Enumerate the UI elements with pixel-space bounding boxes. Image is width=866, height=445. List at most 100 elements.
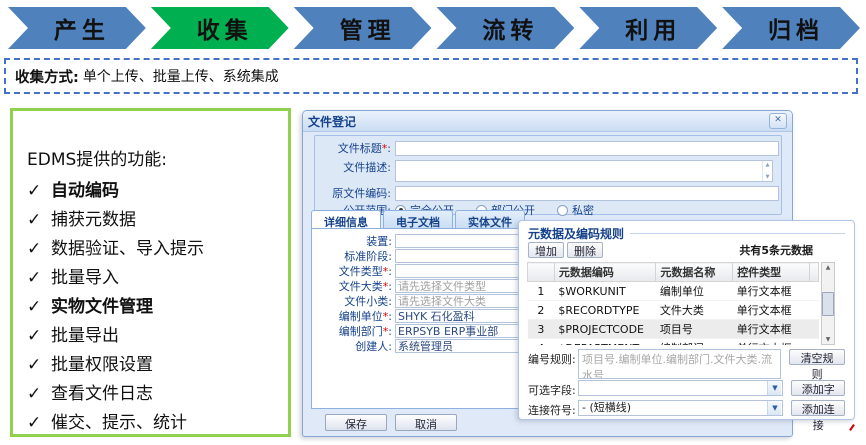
header-empty — [810, 263, 819, 282]
flow-step-archive: 归档 — [722, 7, 860, 49]
collection-method-text: 单个上传、批量上传、系统集成 — [83, 66, 279, 86]
cell-code: $PROJECTCODE — [554, 320, 656, 339]
radio-icon[interactable] — [557, 205, 568, 216]
features-box: EDMS提供的功能: ✓自动编码 ✓捕获元数据 ✓数据验证、导入提示 ✓批量导入… — [10, 108, 291, 437]
feature-item: ✓批量导入 — [27, 264, 282, 293]
feature-item: ✓批量导出 — [27, 322, 282, 351]
header-name: 元数据名称 — [656, 263, 733, 282]
table-row[interactable]: 3 $PROJECTCODE 项目号 单行文本框 — [528, 320, 819, 339]
cell-code: $RECORDTYPE — [554, 301, 656, 320]
table-header-row: 元数据编码 元数据名称 控件类型 — [528, 263, 819, 282]
radio-private[interactable]: 私密 — [557, 202, 594, 218]
header-ctrl: 控件类型 — [733, 263, 810, 282]
feature-text: 自动编码 — [51, 177, 119, 206]
textarea-scrollbar[interactable]: ▲ ▼ — [762, 161, 772, 181]
dialog-buttons: 保存 取消 — [325, 414, 457, 431]
feature-text: 催交、提示、统计 — [51, 409, 187, 438]
optional-field-select[interactable]: ▼ — [578, 380, 783, 396]
cell-name: 编制部门 — [656, 339, 733, 346]
check-icon: ✓ — [27, 235, 51, 264]
field-label: 文件类型*: — [312, 263, 392, 279]
scroll-up-icon[interactable]: ▲ — [826, 264, 831, 271]
flow-step-use: 利用 — [579, 7, 717, 49]
add-connector-button[interactable]: 添加连接 — [791, 400, 845, 416]
feature-text: 实物文件管理 — [51, 293, 153, 322]
dialog-titlebar[interactable]: 文件登记 ✕ — [303, 111, 792, 132]
flow-step-label: 管理 — [340, 11, 396, 45]
file-desc-label: 文件描述: — [315, 160, 391, 175]
file-desc-textarea[interactable]: ▲ ▼ — [395, 160, 773, 182]
save-button[interactable]: 保存 — [325, 414, 387, 431]
flow-step-label: 流转 — [482, 11, 538, 45]
rule-label: 编号规则: — [528, 351, 578, 367]
feature-item: ✓查看文件日志 — [27, 380, 282, 409]
scroll-up-icon[interactable]: ▲ — [766, 162, 770, 168]
field-label: 文件大类*: — [312, 278, 392, 294]
cancel-button[interactable]: 取消 — [395, 414, 457, 431]
flow-step-label: 归档 — [768, 11, 824, 45]
field-label: 编制部门*: — [312, 323, 392, 339]
features-title: EDMS提供的功能: — [27, 145, 282, 170]
cell-empty — [810, 339, 819, 346]
feature-item: ✓实物文件管理 — [27, 293, 282, 322]
cell-ctrl: 单行文本框 — [733, 320, 810, 339]
table-row[interactable]: 2 $RECORDTYPE 文件大类 单行文本框 — [528, 301, 819, 320]
check-icon: ✓ — [27, 351, 51, 380]
add-metadata-button[interactable]: 增加 — [528, 242, 564, 258]
numbering-rule-input[interactable]: 项目号.编制单位.编制部门.文件大类.流水号 — [578, 349, 781, 379]
chevron-down-icon[interactable]: ▼ — [767, 401, 781, 415]
flow-step-label: 利用 — [625, 11, 681, 45]
feature-text: 批量导入 — [51, 264, 119, 293]
connector-row: 连接符号: - (短横线) ▼ 添加连接 — [528, 400, 845, 418]
header-rownum — [528, 263, 555, 282]
check-icon: ✓ — [27, 177, 51, 206]
optional-field-row: 可选字段: ▼ 添加字段 — [528, 380, 845, 398]
optional-field-label: 可选字段: — [528, 382, 578, 398]
cell-empty — [810, 282, 819, 301]
add-field-button[interactable]: 添加字段 — [791, 380, 845, 396]
table-row[interactable]: 1 $WORKUNIT 编制单位 单行文本框 — [528, 282, 819, 301]
scroll-down-icon[interactable]: ▼ — [826, 336, 831, 343]
cell-rownum: 1 — [528, 282, 555, 301]
dialog-title: 文件登记 — [308, 113, 356, 130]
flow-step-produce: 产生 — [8, 7, 146, 49]
scrollbar-thumb[interactable] — [822, 292, 834, 316]
collection-method-box: 收集方式: 单个上传、批量上传、系统集成 — [4, 58, 858, 94]
connector-select[interactable]: - (短横线) ▼ — [578, 400, 783, 416]
flow-step-flow: 流转 — [436, 7, 574, 49]
cell-name: 文件大类 — [656, 301, 733, 320]
field-label: 标准阶段: — [312, 248, 392, 264]
red-mark — [849, 424, 855, 431]
feature-text: 批量导出 — [51, 322, 119, 351]
clear-rule-button[interactable]: 清空规则 — [789, 349, 845, 365]
table-row[interactable]: 4 $DEPARTMENT 编制部门 单行文本框 — [528, 339, 819, 346]
flow-step-label: 收集 — [197, 11, 253, 45]
feature-item: ✓批量权限设置 — [27, 351, 282, 380]
feature-item: ✓数据验证、导入提示 — [27, 235, 282, 264]
cell-name: 项目号 — [656, 320, 733, 339]
file-title-input[interactable] — [395, 141, 779, 156]
feature-item: ✓自动编码 — [27, 177, 282, 206]
orig-code-row: 原文件编码: — [315, 186, 781, 201]
delete-metadata-button[interactable]: 删除 — [567, 242, 603, 258]
field-label: 编制单位*: — [312, 308, 392, 324]
close-icon[interactable]: ✕ — [769, 113, 787, 129]
cell-empty — [810, 301, 819, 320]
scroll-down-icon[interactable]: ▼ — [766, 174, 770, 180]
check-icon: ✓ — [27, 322, 51, 351]
table-scrollbar[interactable]: ▲ ▼ — [821, 262, 835, 345]
collection-method-label: 收集方式: — [15, 66, 79, 87]
chevron-down-icon[interactable]: ▼ — [767, 381, 781, 395]
header-code: 元数据编码 — [554, 263, 656, 282]
panel-title: 元数据及编码规则 — [528, 225, 845, 242]
field-label: 装置: — [312, 233, 392, 249]
flow-step-label: 产生 — [54, 11, 110, 45]
orig-code-input[interactable] — [395, 186, 779, 201]
feature-text: 查看文件日志 — [51, 380, 153, 409]
process-flow: 产生 收集 管理 流转 利用 归档 — [8, 7, 860, 49]
cell-ctrl: 单行文本框 — [733, 301, 810, 320]
cell-code: $WORKUNIT — [554, 282, 656, 301]
combo-value: - (短横线) — [582, 401, 631, 414]
title-divider — [630, 233, 845, 234]
cell-rownum: 4 — [528, 339, 555, 346]
